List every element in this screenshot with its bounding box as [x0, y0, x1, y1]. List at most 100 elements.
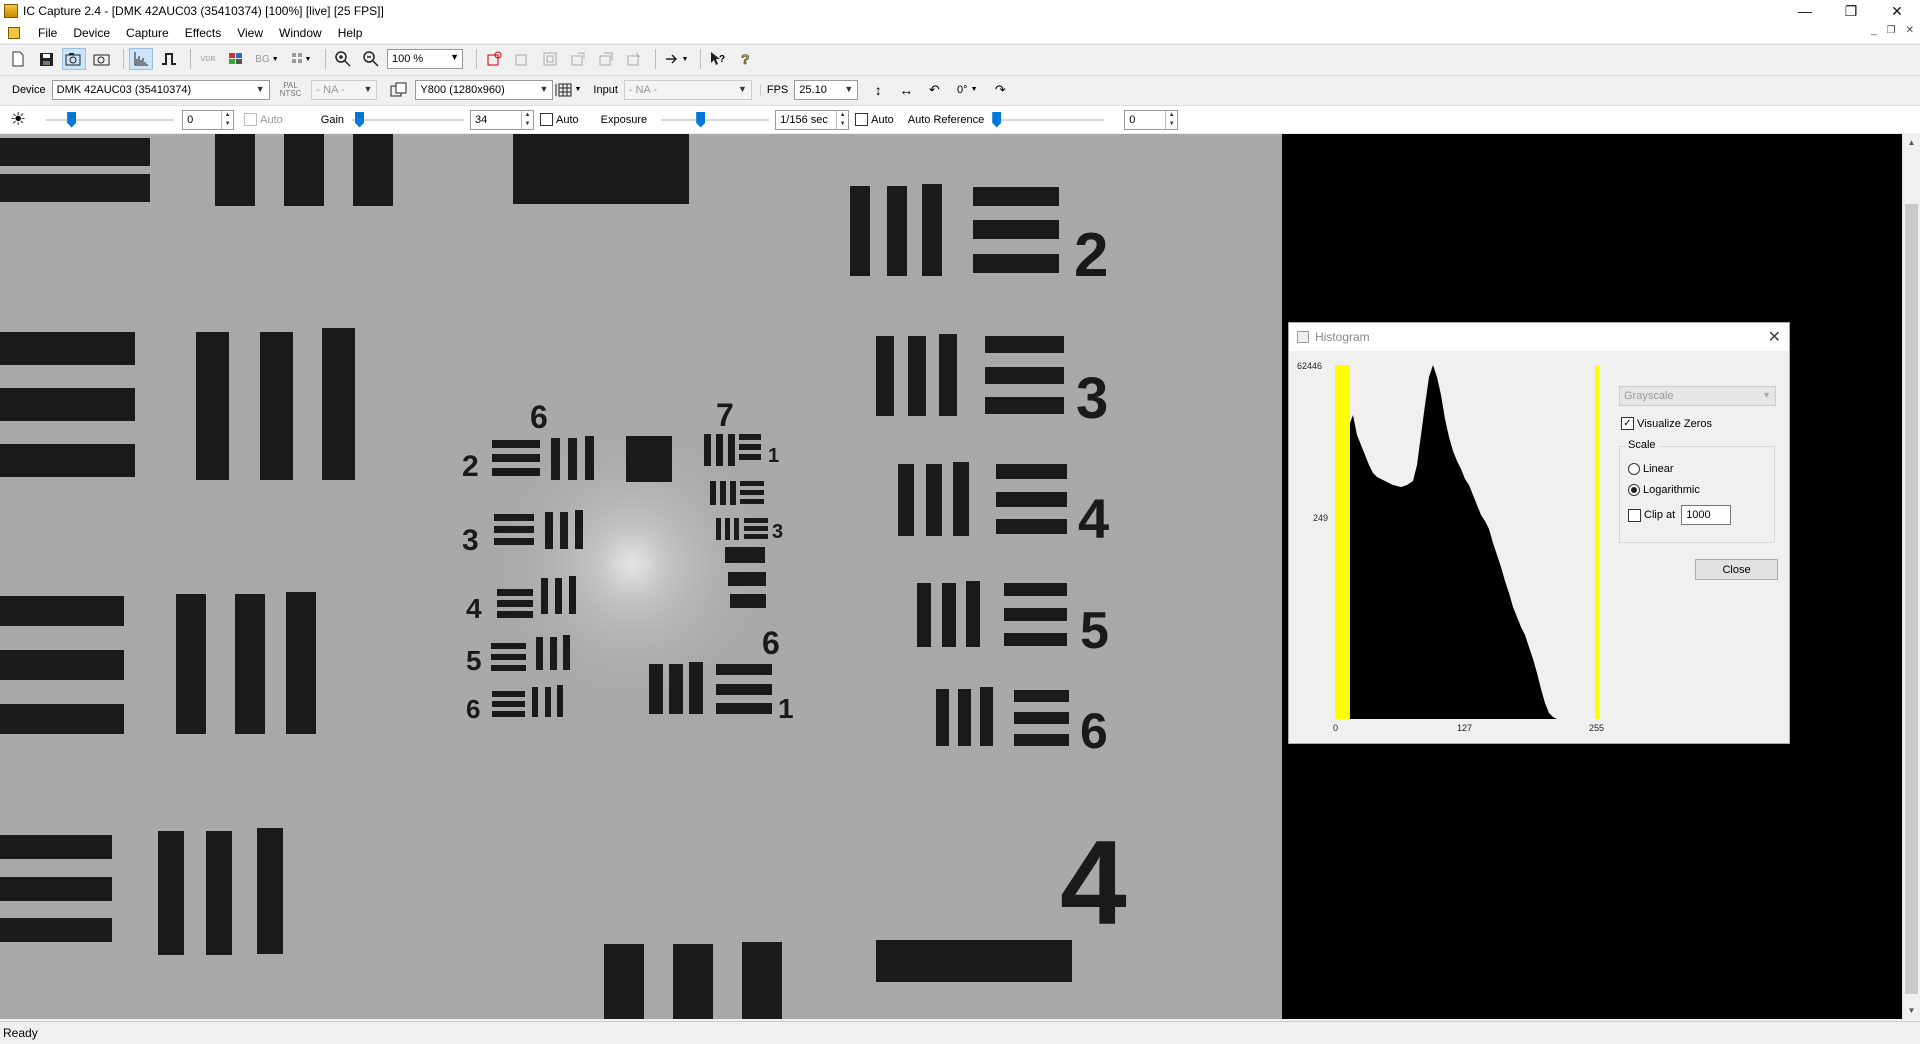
histogram-button[interactable] — [129, 48, 153, 70]
menu-help[interactable]: Help — [330, 26, 371, 40]
rotate-right-button[interactable]: ↷ — [988, 79, 1012, 101]
grid-button[interactable]: ▼ — [286, 48, 316, 70]
video-format-select[interactable]: Y800 (1280x960) ▼ — [415, 79, 554, 100]
scroll-down-icon[interactable]: ▼ — [1903, 1002, 1920, 1019]
close-icon[interactable]: ✕ — [1768, 327, 1781, 347]
help-button[interactable]: ? — [734, 48, 758, 70]
roi-icon — [487, 51, 502, 66]
logarithmic-option[interactable]: Logarithmic — [1628, 484, 1700, 496]
scroll-up-icon[interactable]: ▲ — [1903, 134, 1920, 151]
context-help-button[interactable]: ? — [706, 48, 730, 70]
rotation-select[interactable]: 0° ▼ — [950, 79, 984, 101]
bg-button[interactable]: BG ▼ — [252, 48, 282, 70]
device-select[interactable]: DMK 42AUC03 (35410374) ▼ — [51, 79, 270, 100]
format-dialog-button[interactable] — [387, 79, 411, 101]
trigger-pulse-icon — [162, 53, 176, 65]
histogram-y-mid: 249 — [1313, 513, 1328, 523]
minimize-button[interactable]: — — [1782, 0, 1828, 22]
exposure-auto-checkbox[interactable] — [855, 113, 869, 126]
video-norm-select[interactable]: - NA - ▼ — [311, 79, 378, 100]
gain-slider[interactable] — [352, 110, 465, 130]
snapshot-button[interactable] — [90, 48, 114, 70]
logarithmic-radio[interactable] — [1628, 484, 1640, 496]
rotate-left-button[interactable]: ↶ — [922, 79, 946, 101]
gain-input[interactable]: 34 ▲ ▼ — [470, 109, 535, 130]
new-button[interactable] — [6, 48, 30, 70]
close-button[interactable]: ✕ — [1874, 0, 1920, 22]
spin-arrows-icon[interactable]: ▲ ▼ — [221, 110, 233, 129]
save-button[interactable] — [34, 48, 58, 70]
live-button[interactable] — [62, 48, 86, 70]
slider-thumb[interactable] — [696, 111, 706, 128]
zoom-select[interactable]: 100 % ▼ — [387, 49, 463, 69]
overlay-2-button[interactable] — [538, 48, 562, 70]
histogram-mode-select[interactable]: Grayscale ▼ — [1619, 386, 1776, 406]
spin-arrows-icon[interactable]: ▲ ▼ — [521, 110, 533, 129]
chevron-down-icon: ▼ — [363, 83, 373, 94]
slider-thumb[interactable] — [992, 111, 1002, 128]
menu-capture[interactable]: Capture — [118, 26, 177, 40]
zoom-in-button[interactable] — [331, 48, 355, 70]
visualize-zeros-checkbox[interactable]: ✓ — [1621, 417, 1634, 430]
auto-reference-input[interactable]: 0 ▲ ▼ — [1124, 109, 1179, 130]
share-button[interactable]: ▼ — [661, 48, 691, 70]
visualize-zeros-option[interactable]: ✓ Visualize Zeros — [1621, 417, 1712, 430]
binning-button[interactable]: ▼ — [553, 79, 583, 101]
histogram-title-bar[interactable]: Histogram ✕ — [1289, 323, 1789, 351]
fps-label: FPS — [759, 83, 788, 96]
mdi-restore-button[interactable]: ❐ — [1887, 25, 1896, 36]
properties-toolbar: ☀ 0 ▲ ▼ Auto Gain 34 ▲ ▼ Auto Exposure 1/1… — [0, 105, 1920, 133]
histogram-bars — [1350, 365, 1557, 719]
mdi-close-button[interactable]: ✕ — [1906, 25, 1914, 36]
context-help-icon: ? — [711, 52, 725, 65]
brightness-auto-checkbox[interactable] — [244, 113, 258, 126]
mdi-minimize-button[interactable]: _ — [1871, 25, 1877, 36]
pal-ntsc-icon[interactable]: PAL NTSC — [280, 81, 302, 98]
input-select[interactable]: - NA - ▼ — [623, 79, 752, 100]
fps-select[interactable]: 25.10 ▼ — [794, 79, 859, 100]
flip-vertical-button[interactable]: ↕ — [866, 79, 890, 101]
menu-device[interactable]: Device — [65, 26, 118, 40]
vdr-button[interactable]: VDR — [196, 48, 220, 70]
scrollbar-thumb[interactable] — [1905, 204, 1918, 994]
overlay-5-icon — [627, 52, 641, 66]
exposure-slider[interactable] — [661, 110, 770, 130]
brightness-auto[interactable]: Auto — [244, 113, 283, 126]
color-button[interactable] — [224, 48, 248, 70]
menu-file[interactable]: File — [30, 26, 65, 40]
spin-arrows-icon[interactable]: ▲ ▼ — [836, 110, 848, 129]
window-controls: — ❐ ✕ — [1782, 0, 1920, 22]
spin-arrows-icon[interactable]: ▲ ▼ — [1165, 110, 1177, 129]
overlay-4-button[interactable] — [594, 48, 618, 70]
overlay-5-button[interactable] — [622, 48, 646, 70]
histogram-close-button[interactable]: Close — [1695, 559, 1778, 580]
document-icon[interactable] — [8, 26, 20, 39]
trigger-button[interactable] — [157, 48, 181, 70]
roi-button[interactable] — [482, 48, 506, 70]
restore-button[interactable]: ❐ — [1828, 0, 1874, 22]
exposure-input[interactable]: 1/156 sec ▲ ▼ — [775, 109, 850, 130]
toolbar-separator — [655, 49, 656, 69]
overlay-1-button[interactable] — [510, 48, 534, 70]
menu-view[interactable]: View — [229, 26, 271, 40]
gain-auto[interactable]: Auto — [540, 113, 579, 126]
menu-window[interactable]: Window — [271, 26, 330, 40]
brightness-input[interactable]: 0 ▲ ▼ — [182, 109, 235, 130]
device-toolbar: Device DMK 42AUC03 (35410374) ▼ PAL NTSC… — [0, 75, 1920, 103]
clip-value-input[interactable]: 1000 — [1681, 505, 1732, 525]
vertical-scrollbar[interactable]: ▲ ▼ — [1902, 134, 1920, 1019]
menu-effects[interactable]: Effects — [177, 26, 229, 40]
gain-auto-checkbox[interactable] — [540, 113, 554, 126]
linear-radio[interactable] — [1628, 463, 1640, 475]
slider-thumb[interactable] — [355, 111, 365, 128]
overlay-3-button[interactable] — [566, 48, 590, 70]
exposure-auto[interactable]: Auto — [855, 113, 894, 126]
zoom-out-button[interactable] — [359, 48, 383, 70]
slider-thumb[interactable] — [67, 111, 77, 128]
linear-option[interactable]: Linear — [1628, 463, 1674, 475]
brightness-slider[interactable] — [46, 110, 175, 130]
live-video-view[interactable]: 2 3 4 5 6 6 7 1 3 6 1 2 3 4 5 6 4 — [0, 134, 1282, 1019]
flip-horizontal-button[interactable]: ↔ — [894, 79, 918, 101]
auto-reference-slider[interactable] — [992, 110, 1105, 130]
clip-checkbox[interactable] — [1628, 508, 1641, 522]
